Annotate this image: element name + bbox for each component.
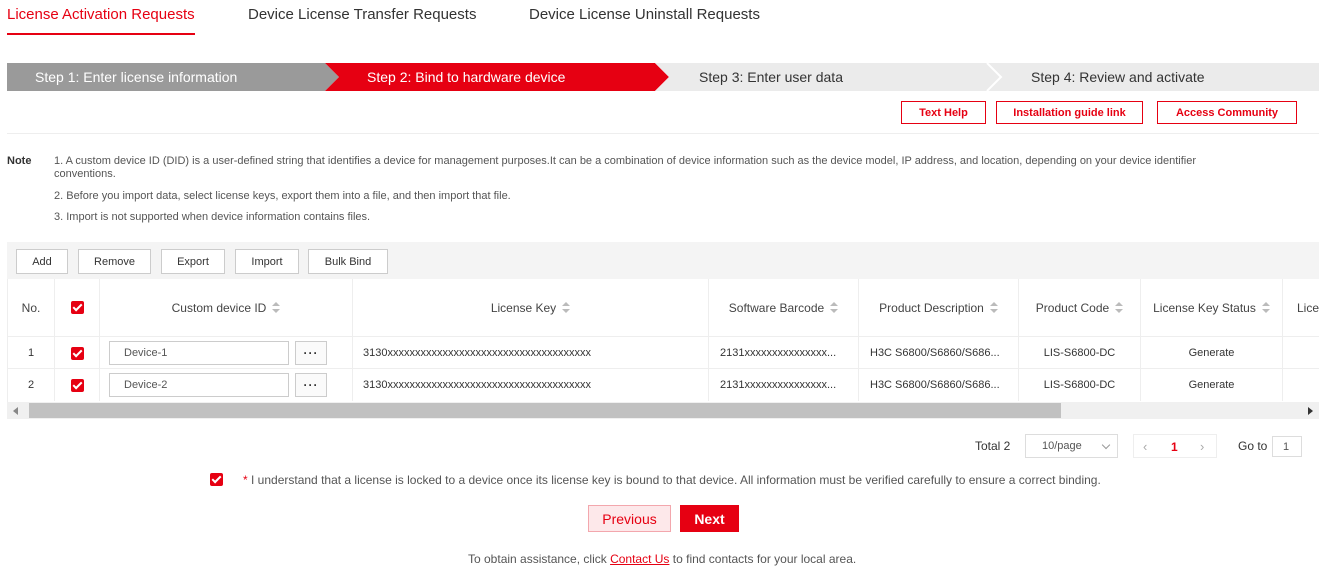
footer-text-pre: To obtain assistance, click (468, 552, 607, 566)
sort-icon[interactable] (562, 301, 571, 314)
sort-icon[interactable] (272, 301, 281, 314)
row-did-cell: Device-1 ··· (100, 337, 353, 369)
goto-page-input[interactable]: 1 (1272, 436, 1302, 457)
scrollbar-thumb[interactable] (29, 403, 1061, 418)
row-did-cell: Device-2 ··· (100, 369, 353, 401)
footer-text-post: to find contacts for your local area. (672, 552, 857, 566)
note-line-1: 1. A custom device ID (DID) is a user-de… (54, 155, 1196, 167)
tab-device-license-transfer[interactable]: Device License Transfer Requests (248, 6, 476, 23)
select-all-checkbox[interactable] (70, 301, 84, 314)
note-line-3: 3. Import is not supported when device i… (54, 211, 371, 223)
divider (7, 133, 1319, 134)
add-button[interactable]: Add (16, 249, 68, 274)
page-size-value: 10/page (1042, 440, 1082, 452)
next-page-icon[interactable]: › (1200, 439, 1204, 454)
sort-icon[interactable] (989, 301, 998, 314)
current-page[interactable]: 1 (1171, 440, 1178, 454)
pager: ‹ 1 › (1133, 434, 1217, 458)
import-button[interactable]: Import (235, 249, 299, 274)
col-header-barcode[interactable]: Software Barcode (709, 279, 859, 336)
row-number: 2 (8, 369, 55, 401)
row-license-key: 3130xxxxxxxxxxxxxxxxxxxxxxxxxxxxxxxxxxxx… (353, 369, 709, 401)
agreement-label: I understand that a license is locked to… (251, 473, 1101, 487)
row-description: H3C S6800/S6860/S686... (859, 337, 1019, 369)
col-header-key[interactable]: License Key (353, 279, 709, 336)
remove-button[interactable]: Remove (78, 249, 151, 274)
agreement-text: * I understand that a license is locked … (243, 473, 1101, 487)
table-row: 2 Device-2 ··· 3130xxxxxxxxxxxxxxxxxxxxx… (8, 368, 1319, 401)
bulk-bind-button[interactable]: Bulk Bind (308, 249, 388, 274)
table-toolbar: Add Remove Export Import Bulk Bind (7, 242, 1319, 279)
goto-label: Go to (1238, 439, 1268, 453)
sort-icon[interactable] (1115, 301, 1124, 314)
export-button[interactable]: Export (161, 249, 225, 274)
row-description: H3C S6800/S6860/S686... (859, 369, 1019, 401)
scroll-left-icon[interactable] (13, 407, 18, 415)
device-table: No. Custom device ID License Key Softwar… (7, 279, 1319, 402)
col-header-status[interactable]: License Key Status (1141, 279, 1283, 336)
table-row: 1 Device-1 ··· 3130xxxxxxxxxxxxxxxxxxxxx… (8, 336, 1319, 369)
more-options-button[interactable]: ··· (295, 341, 327, 365)
prev-page-icon[interactable]: ‹ (1143, 439, 1147, 454)
col-header-did[interactable]: Custom device ID (100, 279, 353, 336)
row-product-code: LIS-S6800-DC (1019, 337, 1141, 369)
text-help-button[interactable]: Text Help (901, 101, 986, 124)
row-barcode: 2131xxxxxxxxxxxxxxx... (709, 337, 859, 369)
assistance-footer: To obtain assistance, click Contact Us t… (468, 552, 856, 566)
did-input[interactable]: Device-2 (109, 373, 289, 397)
next-button[interactable]: Next (680, 505, 739, 532)
progress-steps: Step 1: Enter license information Step 2… (7, 63, 1319, 91)
col-header-desc[interactable]: Product Description (859, 279, 1019, 336)
scroll-right-icon[interactable] (1308, 407, 1313, 415)
col-header-select-all[interactable] (55, 279, 100, 336)
row-checkbox[interactable] (70, 346, 84, 360)
note-line-1-cont: conventions. (54, 168, 116, 180)
sort-icon[interactable] (830, 301, 839, 314)
installation-guide-button[interactable]: Installation guide link (996, 101, 1143, 124)
previous-button[interactable]: Previous (588, 505, 671, 532)
step-3-label: Step 3: Enter user data (699, 69, 843, 85)
total-count: Total 2 (975, 439, 1011, 453)
request-tabs: License Activation Requests Device Licen… (0, 0, 1327, 36)
tab-device-license-uninstall[interactable]: Device License Uninstall Requests (529, 6, 760, 23)
step-1-label: Step 1: Enter license information (35, 69, 238, 85)
note-line-2: 2. Before you import data, select licens… (54, 190, 511, 202)
row-checkbox[interactable] (70, 378, 84, 392)
chevron-down-icon (1101, 440, 1111, 450)
step-4-label: Step 4: Review and activate (1031, 69, 1205, 85)
col-header-code[interactable]: Product Code (1019, 279, 1141, 336)
access-community-button[interactable]: Access Community (1157, 101, 1297, 124)
row-status: Generate (1141, 337, 1283, 369)
row-license-key: 3130xxxxxxxxxxxxxxxxxxxxxxxxxxxxxxxxxxxx… (353, 337, 709, 369)
note-title: Note (7, 155, 32, 167)
contact-us-link[interactable]: Contact Us (610, 552, 669, 566)
row-barcode: 2131xxxxxxxxxxxxxxx... (709, 369, 859, 401)
active-tab-underline (7, 33, 195, 35)
tab-license-activation[interactable]: License Activation Requests (7, 6, 195, 23)
row-product-code: LIS-S6800-DC (1019, 369, 1141, 401)
agreement-checkbox[interactable] (210, 473, 223, 486)
horizontal-scrollbar[interactable] (7, 402, 1319, 419)
required-star: * (243, 473, 248, 487)
more-options-button[interactable]: ··· (295, 373, 327, 397)
row-select-cell (55, 337, 100, 369)
did-input[interactable]: Device-1 (109, 341, 289, 365)
sort-icon[interactable] (1261, 301, 1270, 314)
row-number: 1 (8, 337, 55, 369)
row-status: Generate (1141, 369, 1283, 401)
col-header-more: Licen (1297, 300, 1319, 315)
row-select-cell (55, 369, 100, 401)
step-2-label: Step 2: Bind to hardware device (367, 69, 566, 85)
col-header-no: No. (8, 279, 55, 336)
page-size-select[interactable]: 10/page (1025, 434, 1118, 458)
